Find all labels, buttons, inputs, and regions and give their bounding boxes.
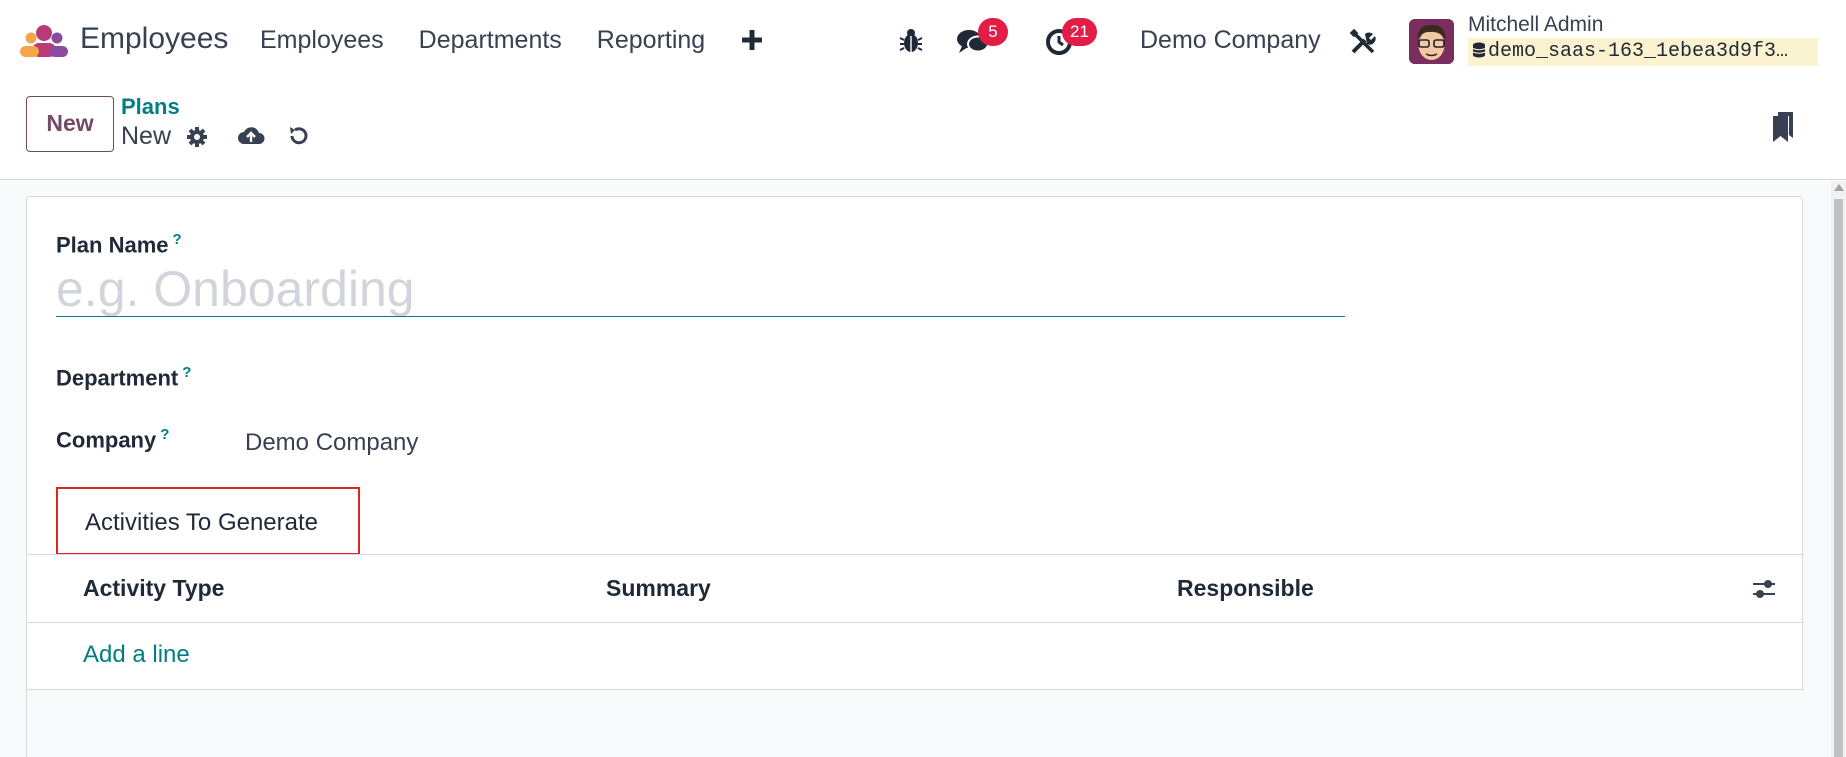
company-switcher[interactable]: Demo Company: [1140, 26, 1321, 55]
new-button[interactable]: New: [26, 96, 114, 152]
bug-icon[interactable]: [899, 28, 923, 54]
messages-badge: 5: [978, 18, 1008, 46]
plan-name-help[interactable]: ?: [173, 231, 182, 248]
table-header: Activity Type Summary Responsible: [27, 555, 1804, 623]
department-label-text: Department: [56, 365, 179, 391]
activities-badge: 21: [1062, 18, 1097, 46]
cloud-upload-icon[interactable]: [237, 124, 265, 148]
breadcrumb-plans[interactable]: Plans: [121, 94, 180, 120]
scrollbar[interactable]: [1831, 181, 1846, 757]
menu-departments[interactable]: Departments: [419, 26, 562, 55]
discard-icon[interactable]: [287, 124, 311, 148]
menu-reporting[interactable]: Reporting: [597, 26, 705, 55]
scroll-up-arrow-icon[interactable]: [1834, 184, 1844, 191]
form-sheet: Plan Name? Department? Company? Demo Com…: [26, 196, 1804, 757]
scroll-thumb[interactable]: [1834, 199, 1843, 757]
bookmark-icon[interactable]: [1771, 110, 1795, 142]
plan-name-label-text: Plan Name: [56, 232, 169, 258]
department-label: Department?: [56, 364, 191, 391]
gear-icon[interactable]: [186, 126, 208, 148]
company-help[interactable]: ?: [160, 426, 169, 443]
employees-app-icon[interactable]: [20, 24, 68, 58]
column-responsible[interactable]: Responsible: [1177, 575, 1314, 602]
department-help[interactable]: ?: [182, 364, 191, 381]
user-name[interactable]: Mitchell Admin: [1468, 13, 1603, 37]
app-title[interactable]: Employees: [80, 22, 228, 56]
optional-columns-icon[interactable]: [1751, 577, 1777, 601]
database-icon: [1472, 42, 1486, 58]
database-label: demo_saas-163_1ebea3d9f3…: [1488, 40, 1789, 63]
database-name: demo_saas-163_1ebea3d9f3…: [1468, 38, 1818, 66]
company-label: Company?: [56, 426, 169, 453]
control-panel: New Plans New: [0, 84, 1846, 180]
company-label-text: Company: [56, 427, 157, 453]
tools-icon[interactable]: [1349, 28, 1377, 56]
tab-label: Activities To Generate: [85, 509, 319, 536]
column-activity-type[interactable]: Activity Type: [83, 575, 224, 602]
add-line-link[interactable]: Add a line: [83, 641, 190, 669]
table-footer: [27, 690, 1804, 757]
avatar[interactable]: [1409, 19, 1454, 64]
top-navbar: Employees Employees Departments Reportin…: [0, 0, 1846, 84]
plan-name-label: Plan Name?: [56, 231, 182, 258]
plan-name-input[interactable]: [56, 261, 1345, 317]
breadcrumb-current: New: [121, 122, 172, 150]
plus-icon[interactable]: [740, 28, 764, 52]
main-menu: Employees Departments Reporting: [260, 26, 740, 55]
column-summary[interactable]: Summary: [606, 575, 711, 602]
company-field[interactable]: Demo Company: [245, 429, 418, 457]
tab-activities-to-generate[interactable]: Activities To Generate: [56, 487, 360, 555]
menu-employees[interactable]: Employees: [260, 26, 384, 55]
